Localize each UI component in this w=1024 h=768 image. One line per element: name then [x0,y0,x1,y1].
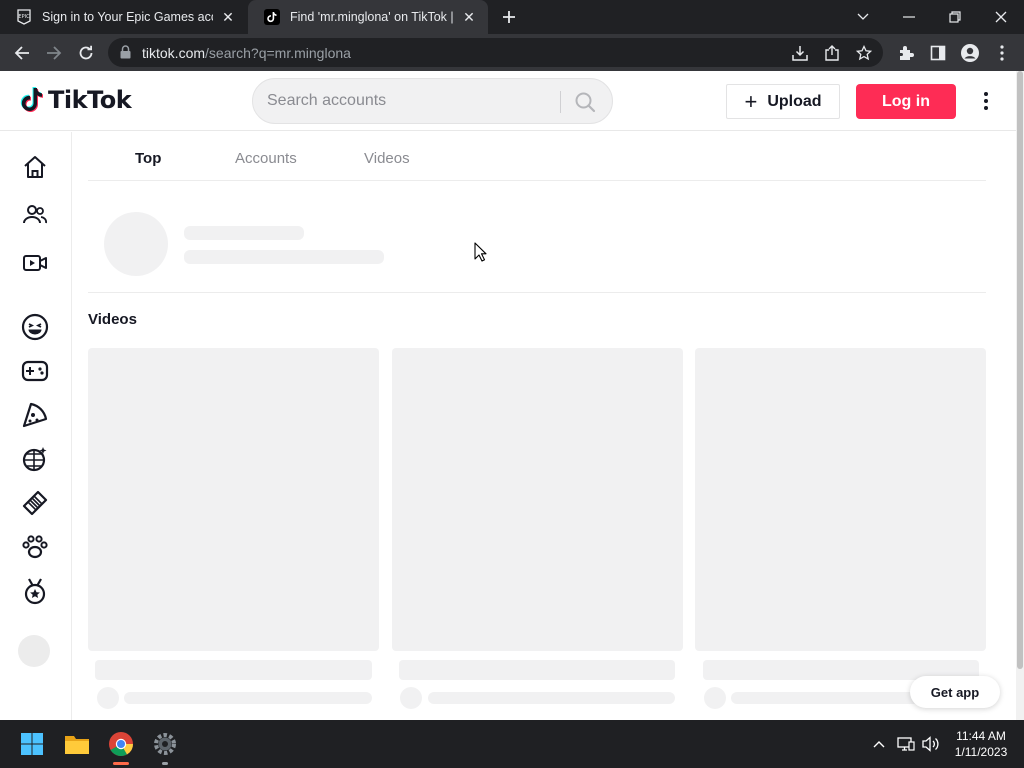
video-author-avatar-skeleton [704,687,726,709]
upload-button[interactable]: + Upload [726,84,840,119]
close-icon[interactable]: ✕ [219,8,237,26]
clock-date: 1/11/2023 [954,745,1008,759]
section-divider [88,292,986,293]
video-author-avatar-skeleton [400,687,422,709]
beauty-icon[interactable] [20,488,50,518]
forward-button[interactable] [41,40,67,66]
live-icon[interactable] [20,248,50,278]
videos-heading: Videos [88,311,137,328]
bookmark-star-icon[interactable] [854,43,874,63]
video-author-avatar-skeleton [97,687,119,709]
get-app-button[interactable]: Get app [910,676,1000,708]
comedy-icon[interactable] [20,312,50,342]
account-name-skeleton [184,226,304,240]
network-icon[interactable] [896,734,916,754]
profile-icon[interactable] [957,40,983,66]
chrome-icon[interactable] [105,728,137,760]
sports-icon[interactable] [20,576,50,606]
tiktok-icon [264,9,280,25]
animals-icon[interactable] [20,532,50,562]
new-tab-button[interactable] [498,6,520,28]
following-icon[interactable] [20,200,50,230]
search-tabs: Top Accounts Videos [88,132,986,181]
video-card-skeleton [695,348,986,651]
gaming-icon[interactable] [20,356,50,386]
tab-search-chevron-icon[interactable] [840,0,886,34]
epic-games-icon: EPIC [16,9,32,25]
address-bar[interactable]: tiktok.com/search?q=mr.minglona [108,38,883,67]
browser-tab-strip: EPIC Sign in to Your Epic Games accou ✕ … [0,0,1024,34]
browser-toolbar: tiktok.com/search?q=mr.minglona [0,34,1024,71]
tab-tiktok-search[interactable]: Find 'mr.minglona' on TikTok | Tik ✕ [248,0,488,34]
settings-icon[interactable] [149,728,181,760]
tiktok-header: TikTok + Upload Log in [0,71,1016,131]
taskbar-clock[interactable]: 11:44 AM 1/11/2023 [948,728,1014,760]
side-panel-icon[interactable] [925,40,951,66]
reload-button[interactable] [73,40,99,66]
tiktok-note-icon [20,87,43,112]
tab-top[interactable]: Top [135,150,161,167]
tab-title: Find 'mr.minglona' on TikTok | Tik [290,10,454,24]
settings-running-indicator [162,762,168,765]
upload-label: Upload [767,92,822,110]
windows-taskbar: 11:44 AM 1/11/2023 [0,720,1024,768]
search-icon[interactable] [571,89,599,115]
home-icon[interactable] [20,152,50,182]
logo-text: TikTok [48,86,132,114]
video-title-skeleton [399,660,675,680]
video-card-skeleton [392,348,683,651]
tab-epic-games[interactable]: EPIC Sign in to Your Epic Games accou ✕ [0,0,247,34]
tab-title: Sign in to Your Epic Games accou [42,10,213,24]
tiktok-logo[interactable]: TikTok [20,86,132,114]
avatar[interactable] [18,635,50,667]
chrome-menu-icon[interactable] [989,40,1015,66]
search-box [252,78,613,124]
mouse-cursor [474,242,487,267]
sidebar [0,132,72,720]
more-options-icon[interactable] [975,89,997,113]
svg-text:EPIC: EPIC [18,14,30,20]
close-window-button[interactable] [978,0,1024,34]
tab-accounts[interactable]: Accounts [235,150,297,167]
search-input[interactable] [267,89,547,113]
chrome-active-indicator [113,762,129,765]
back-button[interactable] [9,40,35,66]
video-title-skeleton [95,660,372,680]
video-card-skeleton [88,348,379,651]
account-desc-skeleton [184,250,384,264]
url-host: tiktok.com [142,44,206,61]
tab-videos[interactable]: Videos [364,150,410,167]
video-author-skeleton [124,692,372,704]
minimize-button[interactable] [886,0,932,34]
show-hidden-icons-chevron-icon[interactable] [869,734,889,754]
dance-icon[interactable] [20,444,50,474]
extensions-icon[interactable] [893,40,919,66]
video-author-skeleton [731,692,921,704]
plus-icon: + [744,88,758,114]
restore-button[interactable] [932,0,978,34]
close-icon[interactable]: ✕ [460,8,478,26]
share-icon[interactable] [822,43,842,63]
lock-icon[interactable] [120,45,131,62]
windows-start-icon[interactable] [16,728,48,760]
video-author-skeleton [428,692,675,704]
account-avatar-skeleton [104,212,168,276]
url-path: /search?q=mr.minglona [205,44,351,61]
login-button[interactable]: Log in [856,84,956,119]
volume-icon[interactable] [921,734,941,754]
search-divider [560,91,561,113]
file-explorer-icon[interactable] [61,728,93,760]
clock-time: 11:44 AM [956,729,1006,743]
page-scrollbar-thumb[interactable] [1017,71,1023,669]
food-icon[interactable] [20,400,50,430]
install-app-icon[interactable] [790,43,810,63]
